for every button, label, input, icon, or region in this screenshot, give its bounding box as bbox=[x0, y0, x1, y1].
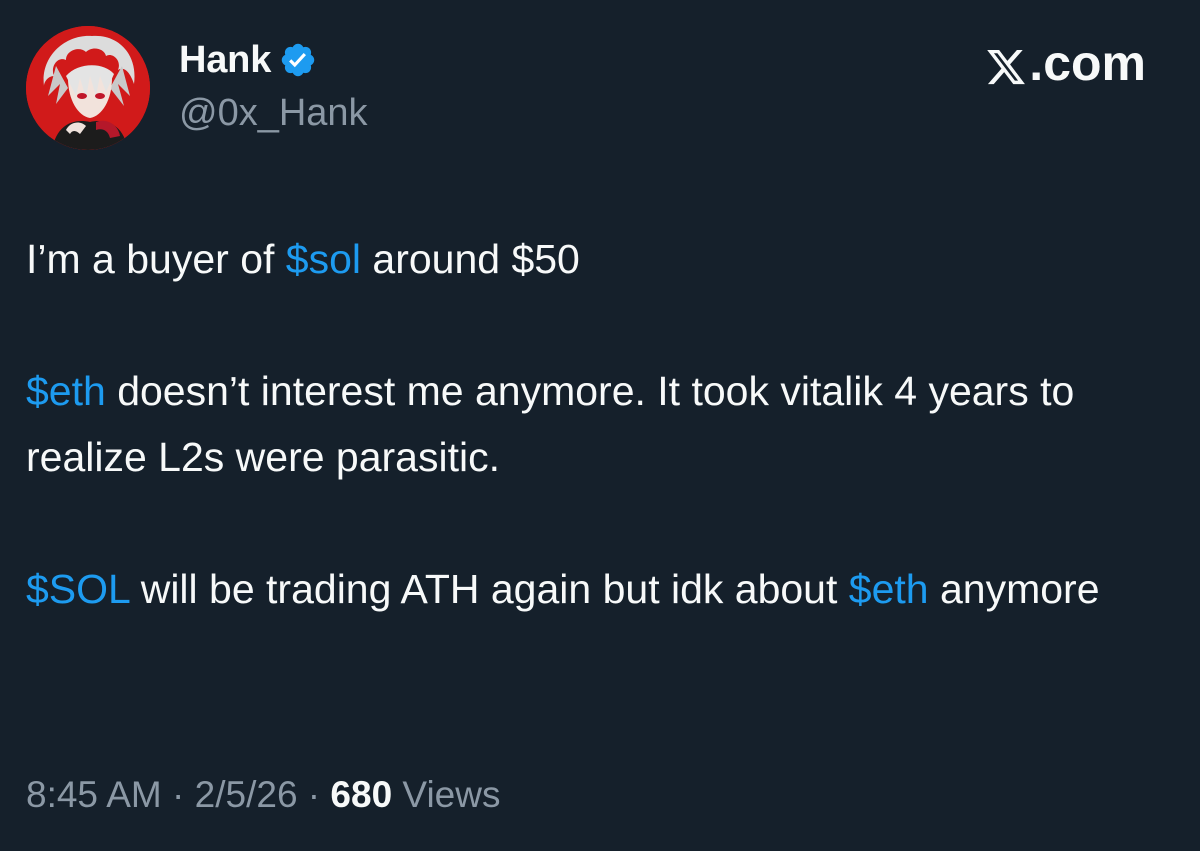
cashtag-link[interactable]: $sol bbox=[286, 236, 361, 282]
brand-watermark: .com bbox=[985, 34, 1146, 92]
author-name-row: Hank bbox=[179, 38, 317, 82]
text-segment: anymore bbox=[928, 566, 1100, 612]
text-segment: will be trading ATH again but idk about bbox=[129, 566, 849, 612]
text-segment: around $50 bbox=[361, 236, 580, 282]
tweet-text: I’m a buyer of $sol around $50 $eth does… bbox=[26, 226, 1176, 622]
cashtag-link[interactable]: $SOL bbox=[26, 566, 129, 612]
tweet-card: Hank @0x_Hank .com I’m a buyer of $sol a… bbox=[0, 0, 1200, 851]
views-count[interactable]: 680 bbox=[330, 774, 392, 815]
cashtag-link[interactable]: $eth bbox=[26, 368, 106, 414]
text-segment: doesn’t interest me anymore. It took vit… bbox=[26, 368, 1075, 480]
brand-text: .com bbox=[1029, 35, 1146, 91]
verified-badge-icon[interactable] bbox=[279, 41, 317, 79]
tweet-date[interactable]: 2/5/26 bbox=[195, 774, 298, 815]
views-label: Views bbox=[392, 774, 501, 815]
avatar[interactable] bbox=[26, 26, 150, 150]
tweet-paragraph-3: $SOL will be trading ATH again but idk a… bbox=[26, 556, 1176, 622]
text-segment: I’m a buyer of bbox=[26, 236, 286, 282]
cashtag-link[interactable]: $eth bbox=[849, 566, 929, 612]
tweet-paragraph-2: $eth doesn’t interest me anymore. It too… bbox=[26, 358, 1176, 490]
tweet-paragraph-1: I’m a buyer of $sol around $50 bbox=[26, 226, 1176, 292]
display-name[interactable]: Hank bbox=[179, 39, 271, 82]
tweet-meta: 8:45 AM · 2/5/26 · 680 Views bbox=[26, 774, 500, 816]
tweet-time[interactable]: 8:45 AM bbox=[26, 774, 162, 815]
anime-character-avatar-icon bbox=[26, 26, 150, 150]
meta-separator: · bbox=[161, 774, 195, 815]
x-logo-icon bbox=[985, 42, 1027, 85]
author-handle[interactable]: @0x_Hank bbox=[179, 92, 368, 135]
meta-separator: · bbox=[297, 774, 331, 815]
